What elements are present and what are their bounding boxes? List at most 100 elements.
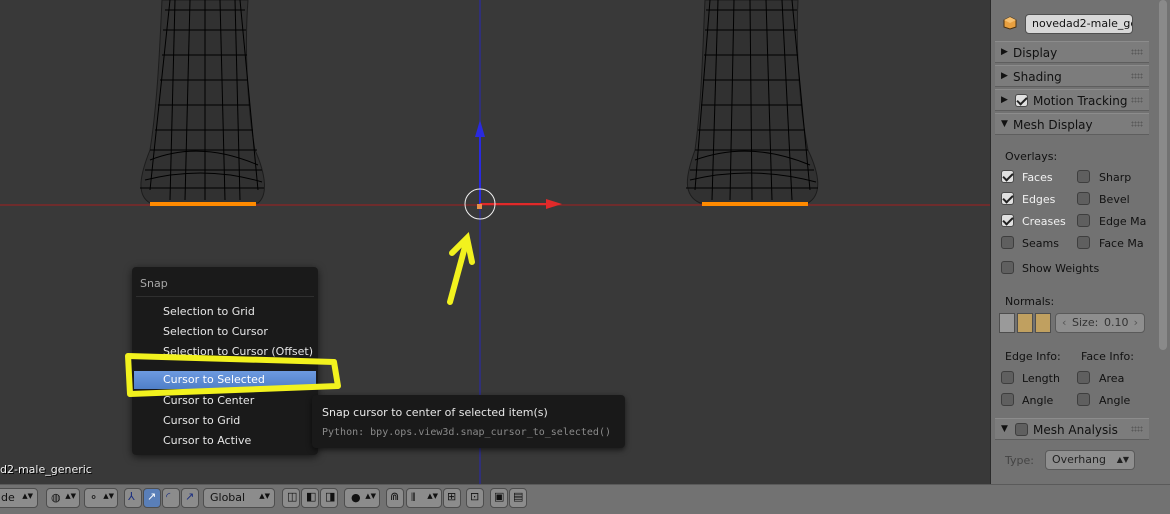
x-manipulator-arrow[interactable]: [546, 199, 562, 209]
translate-manipulator-button[interactable]: ↗: [143, 488, 161, 508]
analysis-type-dropdown[interactable]: Overhang ▲▼: [1045, 450, 1135, 470]
face-marks-checkbox[interactable]: [1077, 236, 1090, 249]
magnet-icon: ⋒: [390, 490, 400, 503]
type-label: Type:: [1005, 454, 1034, 467]
dropdown-arrows-icon: ▲▼: [65, 492, 76, 500]
object-icon: [1003, 16, 1017, 30]
menu-item-cursor-to-grid[interactable]: Cursor to Grid: [134, 412, 316, 430]
section-mesh-display[interactable]: ▼ Mesh Display: [995, 113, 1149, 135]
mesh-analysis-checkbox[interactable]: [1015, 423, 1028, 436]
edge-select-button[interactable]: ◧: [301, 488, 319, 508]
snap-target-button[interactable]: ⊞: [443, 488, 461, 508]
tooltip-python: Python: bpy.ops.view3d.snap_cursor_to_se…: [322, 427, 611, 438]
creases-label: Creases: [1022, 215, 1066, 228]
menu-item-selection-to-cursor-offset[interactable]: Selection to Cursor (Offset): [134, 343, 316, 361]
menu-item-selection-to-cursor[interactable]: Selection to Cursor: [134, 323, 316, 341]
section-motion-tracking[interactable]: ▶ Motion Tracking: [995, 89, 1149, 111]
section-mesh-display-label: Mesh Display: [1013, 118, 1093, 132]
creases-checkbox[interactable]: [1001, 214, 1014, 227]
dropdown-arrows-icon: ▲▼: [1116, 455, 1129, 464]
drag-handle-icon[interactable]: [1131, 97, 1143, 103]
viewport-header: de ▲▼ ◍ ▲▼ ⚬ ▲▼ ⅄ ↗ ◜ ↗ Global ▲▼ ◫ ◧ ◨ …: [0, 484, 1170, 514]
bevel-checkbox[interactable]: [1077, 192, 1090, 205]
faces-label: Faces: [1022, 171, 1053, 184]
panel-scrollbar[interactable]: [1159, 0, 1167, 350]
menu-item-cursor-to-selected[interactable]: Cursor to Selected: [134, 371, 316, 389]
transform-orientation-dropdown[interactable]: Global ▲▼: [203, 488, 275, 508]
edge-marks-checkbox[interactable]: [1077, 214, 1090, 227]
pivot-point-selector[interactable]: ⚬ ▲▼: [84, 488, 118, 508]
face-angle-label: Angle: [1099, 394, 1131, 407]
snap-toggle-button[interactable]: ⋒: [386, 488, 404, 508]
viewport-shading-selector[interactable]: ◍ ▲▼: [46, 488, 80, 508]
drag-handle-icon[interactable]: [1131, 49, 1143, 55]
dropdown-arrows-icon: ▲▼: [365, 492, 376, 500]
sharp-checkbox[interactable]: [1077, 170, 1090, 183]
faces-checkbox[interactable]: [1001, 170, 1014, 183]
menu-item-selection-to-grid[interactable]: Selection to Grid: [134, 303, 316, 321]
loop-normals-icon[interactable]: [1017, 313, 1033, 333]
section-motion-tracking-label: Motion Tracking: [1033, 94, 1128, 108]
section-display[interactable]: ▶ Display: [995, 41, 1149, 63]
sharp-label: Sharp: [1099, 171, 1132, 184]
normals-size-label: Size:: [1072, 316, 1099, 329]
render-camera-button[interactable]: ▣: [490, 488, 508, 508]
snap-element-dropdown[interactable]: ⫴ ▲▼: [406, 488, 442, 508]
menu-item-cursor-to-center[interactable]: Cursor to Center: [134, 392, 316, 410]
render-image-icon: ⊡: [470, 490, 480, 503]
object-origin: [477, 204, 482, 209]
collapse-icon: ▼: [1001, 119, 1008, 129]
snap-increment-icon: ⫴: [411, 491, 416, 504]
face-normals-icon[interactable]: [1035, 313, 1051, 333]
expand-icon: ▶: [1001, 71, 1008, 81]
motion-tracking-checkbox[interactable]: [1015, 94, 1028, 107]
vertex-normals-icon[interactable]: [999, 313, 1015, 333]
tooltip-description: Snap cursor to center of selected item(s…: [322, 406, 548, 419]
edge-length-label: Length: [1022, 372, 1060, 385]
collapse-icon: ▼: [1001, 424, 1008, 434]
section-shading-label: Shading: [1013, 70, 1062, 84]
drag-handle-icon[interactable]: [1131, 426, 1143, 432]
render-animation-button[interactable]: ▤: [509, 488, 527, 508]
face-area-checkbox[interactable]: [1077, 371, 1090, 384]
rotate-manipulator-button[interactable]: ◜: [162, 488, 180, 508]
normals-row: ‹ Size: 0.10 ›: [999, 313, 1145, 333]
edges-checkbox[interactable]: [1001, 192, 1014, 205]
drag-handle-icon[interactable]: [1131, 121, 1143, 127]
normals-size-value: 0.10: [1104, 316, 1129, 329]
mode-selector[interactable]: de ▲▼: [0, 488, 38, 508]
expand-icon: ▶: [1001, 47, 1008, 57]
face-marks-label: Face Ma: [1099, 237, 1144, 250]
bevel-label: Bevel: [1099, 193, 1130, 206]
menu-item-cursor-to-active[interactable]: Cursor to Active: [134, 432, 316, 450]
scale-manipulator-button[interactable]: ↗: [181, 488, 199, 508]
vertex-select-icon: ◫: [287, 490, 298, 503]
seams-checkbox[interactable]: [1001, 236, 1014, 249]
expand-icon: ▶: [1001, 95, 1008, 105]
manipulator-toggle-button[interactable]: ⅄: [124, 488, 142, 508]
edge-length-checkbox[interactable]: [1001, 371, 1014, 384]
edge-angle-checkbox[interactable]: [1001, 393, 1014, 406]
z-manipulator-arrow[interactable]: [475, 120, 485, 137]
chevron-right-icon[interactable]: ›: [1134, 314, 1138, 332]
drag-handle-icon[interactable]: [1131, 73, 1143, 79]
normals-size-field[interactable]: ‹ Size: 0.10 ›: [1055, 313, 1145, 333]
opengl-render-button[interactable]: ⊡: [466, 488, 484, 508]
viewport-object-name: d2-male_generic: [0, 463, 92, 476]
object-name-field[interactable]: novedad2-male_ge...: [1025, 14, 1133, 34]
annotation-arrow: [447, 231, 475, 305]
edge-info-label: Edge Info:: [1005, 350, 1061, 363]
analysis-type-value: Overhang: [1052, 453, 1106, 466]
face-select-button[interactable]: ◨: [320, 488, 338, 508]
section-shading[interactable]: ▶ Shading: [995, 65, 1149, 87]
show-weights-checkbox[interactable]: [1001, 261, 1014, 274]
dropdown-arrows-icon: ▲▼: [427, 492, 438, 500]
translate-arrow-icon: ↗: [147, 490, 157, 503]
proportional-editing-dropdown[interactable]: ● ▲▼: [344, 488, 380, 508]
vertex-select-button[interactable]: ◫: [282, 488, 300, 508]
chevron-left-icon[interactable]: ‹: [1062, 314, 1066, 332]
face-angle-checkbox[interactable]: [1077, 393, 1090, 406]
show-weights-label: Show Weights: [1022, 262, 1100, 275]
edge-marks-label: Edge Ma: [1099, 215, 1147, 228]
section-mesh-analysis[interactable]: ▼ Mesh Analysis: [995, 418, 1149, 440]
